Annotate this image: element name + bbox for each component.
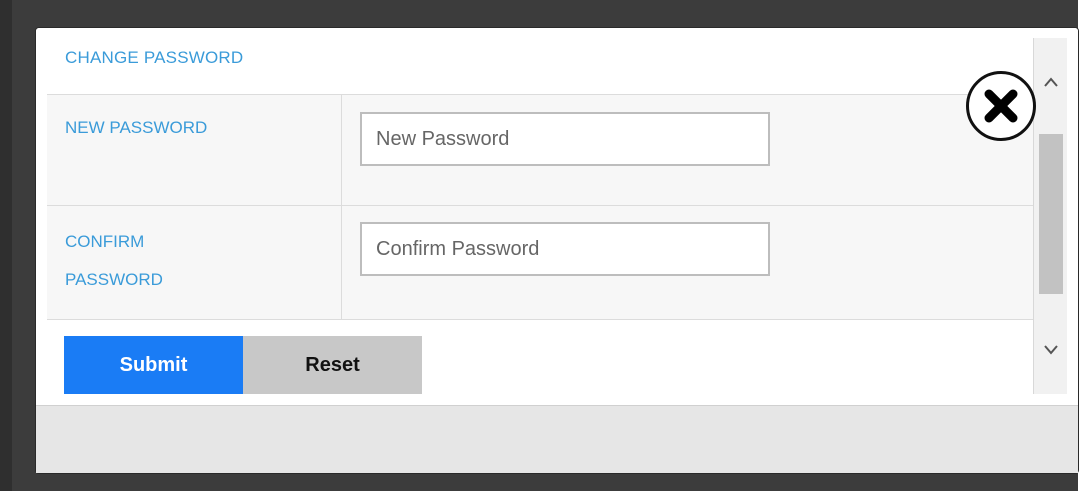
confirm-password-row: CONFIRM PASSWORD — [47, 206, 1033, 320]
chevron-down-icon[interactable] — [1034, 336, 1068, 362]
backdrop-edge — [0, 0, 12, 491]
scrollbar-thumb[interactable] — [1039, 134, 1063, 294]
confirm-password-label-cell: CONFIRM PASSWORD — [47, 206, 342, 319]
submit-button[interactable]: Submit — [64, 336, 243, 394]
dialog-title: CHANGE PASSWORD — [65, 48, 244, 67]
change-password-form: CHANGE PASSWORD NEW PASSWORD CONFIRM PAS… — [47, 38, 1033, 394]
confirm-password-label: CONFIRM PASSWORD — [65, 232, 163, 289]
vertical-scrollbar[interactable] — [1033, 38, 1067, 394]
reset-button[interactable]: Reset — [243, 336, 422, 394]
new-password-input[interactable] — [360, 112, 770, 166]
dialog-header: CHANGE PASSWORD — [47, 38, 1033, 95]
confirm-password-input[interactable] — [360, 222, 770, 276]
chevron-up-icon[interactable] — [1034, 68, 1068, 94]
new-password-label: NEW PASSWORD — [65, 118, 208, 137]
dialog-content: CHANGE PASSWORD NEW PASSWORD CONFIRM PAS… — [36, 28, 1078, 405]
dialog-footer — [36, 405, 1078, 473]
change-password-dialog: CHANGE PASSWORD NEW PASSWORD CONFIRM PAS… — [36, 28, 1078, 473]
close-button[interactable] — [966, 71, 1036, 141]
new-password-label-cell: NEW PASSWORD — [47, 95, 342, 205]
button-row: Submit Reset — [47, 320, 1033, 394]
new-password-row: NEW PASSWORD — [47, 95, 1033, 206]
close-icon — [984, 89, 1018, 123]
